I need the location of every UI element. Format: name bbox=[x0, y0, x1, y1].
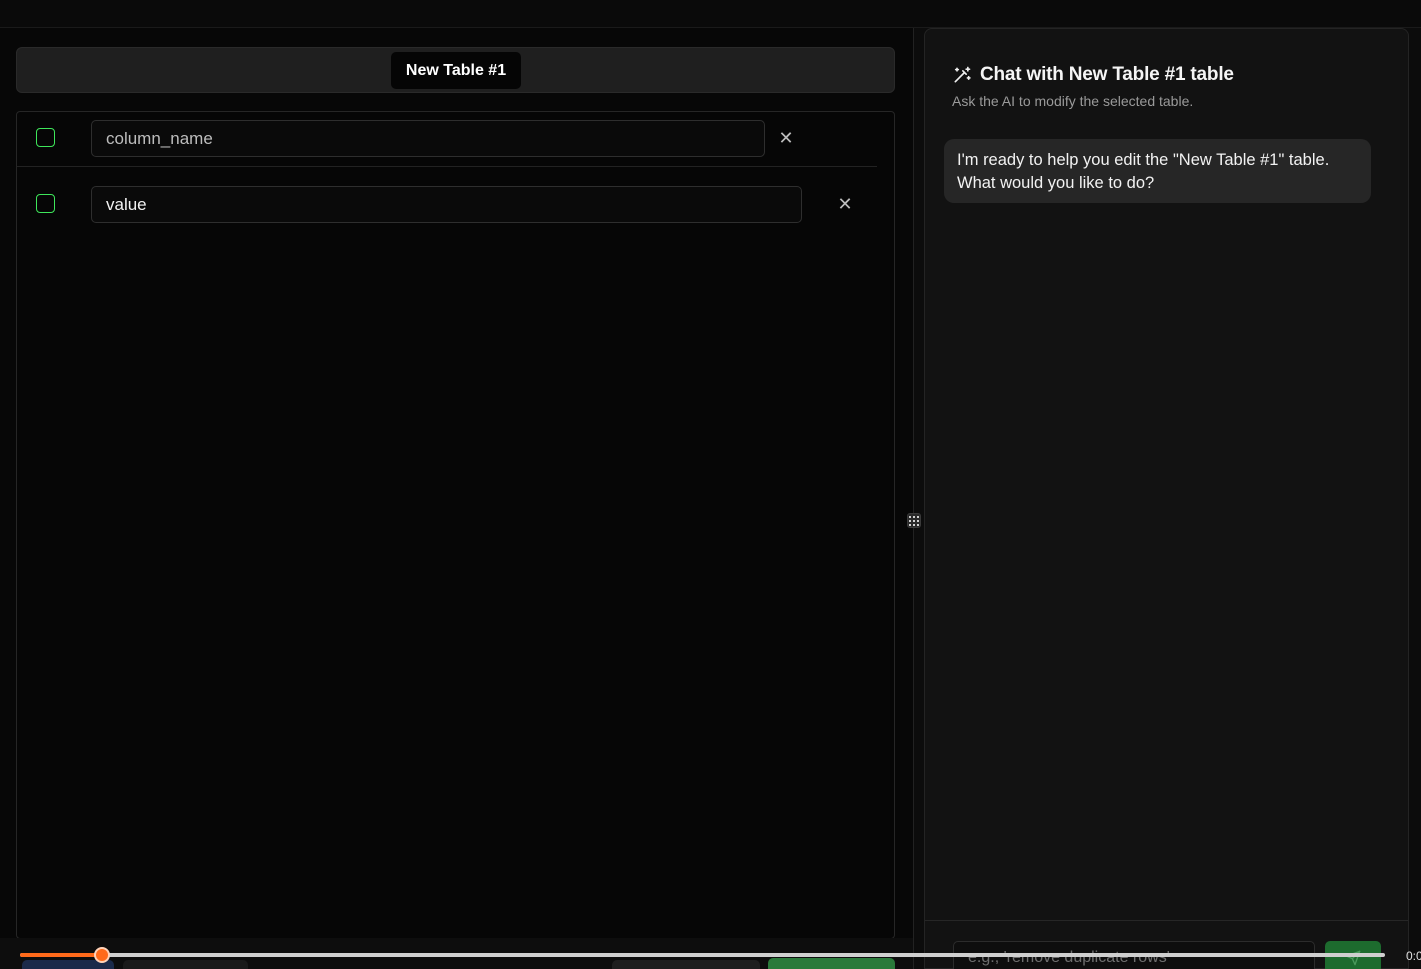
table-row: ✕ bbox=[17, 112, 877, 167]
top-bar bbox=[0, 0, 1421, 28]
row-select-checkbox[interactable] bbox=[36, 128, 55, 147]
close-icon: ✕ bbox=[837, 194, 853, 214]
table-editor-pane: New Table #1 ✕ ✕ bbox=[0, 28, 913, 969]
tab-new-table-1[interactable]: New Table #1 bbox=[391, 52, 521, 89]
video-seek-bar[interactable] bbox=[20, 953, 1385, 957]
toolbar-button[interactable] bbox=[123, 960, 248, 969]
magic-wand-icon bbox=[954, 66, 971, 83]
chat-title: Chat with New Table #1 table bbox=[980, 64, 1234, 85]
chat-header: Chat with New Table #1 table bbox=[952, 62, 1234, 88]
toolbar-button[interactable] bbox=[612, 960, 760, 969]
delete-row-button[interactable]: ✕ bbox=[770, 122, 802, 154]
seek-thumb[interactable] bbox=[93, 947, 110, 963]
delete-row-button[interactable]: ✕ bbox=[829, 188, 861, 220]
close-icon: ✕ bbox=[778, 128, 794, 148]
chat-panel: Chat with New Table #1 table Ask the AI … bbox=[924, 28, 1409, 969]
chat-subtitle: Ask the AI to modify the selected table. bbox=[952, 93, 1194, 109]
assistant-message: I'm ready to help you edit the "New Tabl… bbox=[944, 139, 1371, 203]
chat-composer bbox=[925, 920, 1408, 969]
row-select-checkbox[interactable] bbox=[36, 194, 55, 213]
time-display: 0:0 bbox=[1406, 949, 1421, 963]
table-row: ✕ bbox=[17, 178, 877, 233]
table-tab-strip: New Table #1 bbox=[16, 47, 895, 93]
seek-progress bbox=[20, 953, 102, 957]
value-input[interactable] bbox=[91, 186, 802, 223]
grip-icon[interactable] bbox=[907, 513, 921, 528]
column-name-input[interactable] bbox=[91, 120, 765, 157]
pane-divider bbox=[913, 28, 914, 969]
table-grid: ✕ ✕ bbox=[16, 111, 895, 939]
app-root: New Table #1 ✕ ✕ bbox=[0, 0, 1421, 969]
toolbar-primary-button[interactable] bbox=[768, 958, 895, 969]
